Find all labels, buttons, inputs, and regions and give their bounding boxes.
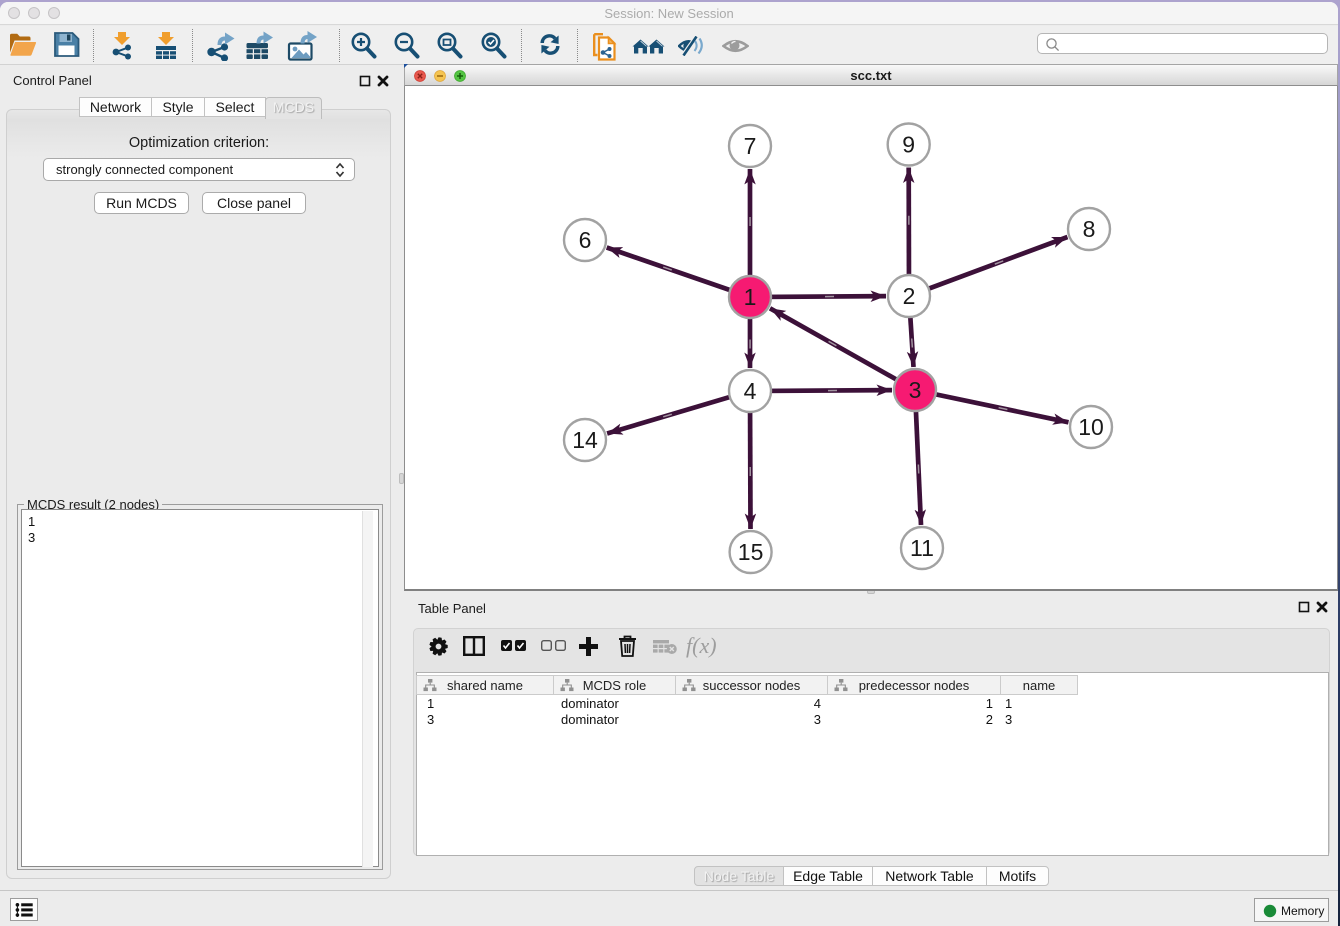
svg-text:4: 4: [744, 378, 757, 404]
svg-text:7: 7: [744, 133, 757, 159]
svg-text:10: 10: [1078, 414, 1104, 440]
svg-text:15: 15: [738, 539, 764, 565]
svg-text:1: 1: [744, 284, 757, 310]
svg-text:8: 8: [1083, 216, 1096, 242]
svg-text:3: 3: [909, 377, 922, 403]
svg-text:14: 14: [572, 427, 598, 453]
svg-text:2: 2: [903, 283, 916, 309]
svg-text:9: 9: [902, 132, 915, 158]
svg-text:11: 11: [910, 535, 934, 561]
svg-text:6: 6: [579, 227, 592, 253]
